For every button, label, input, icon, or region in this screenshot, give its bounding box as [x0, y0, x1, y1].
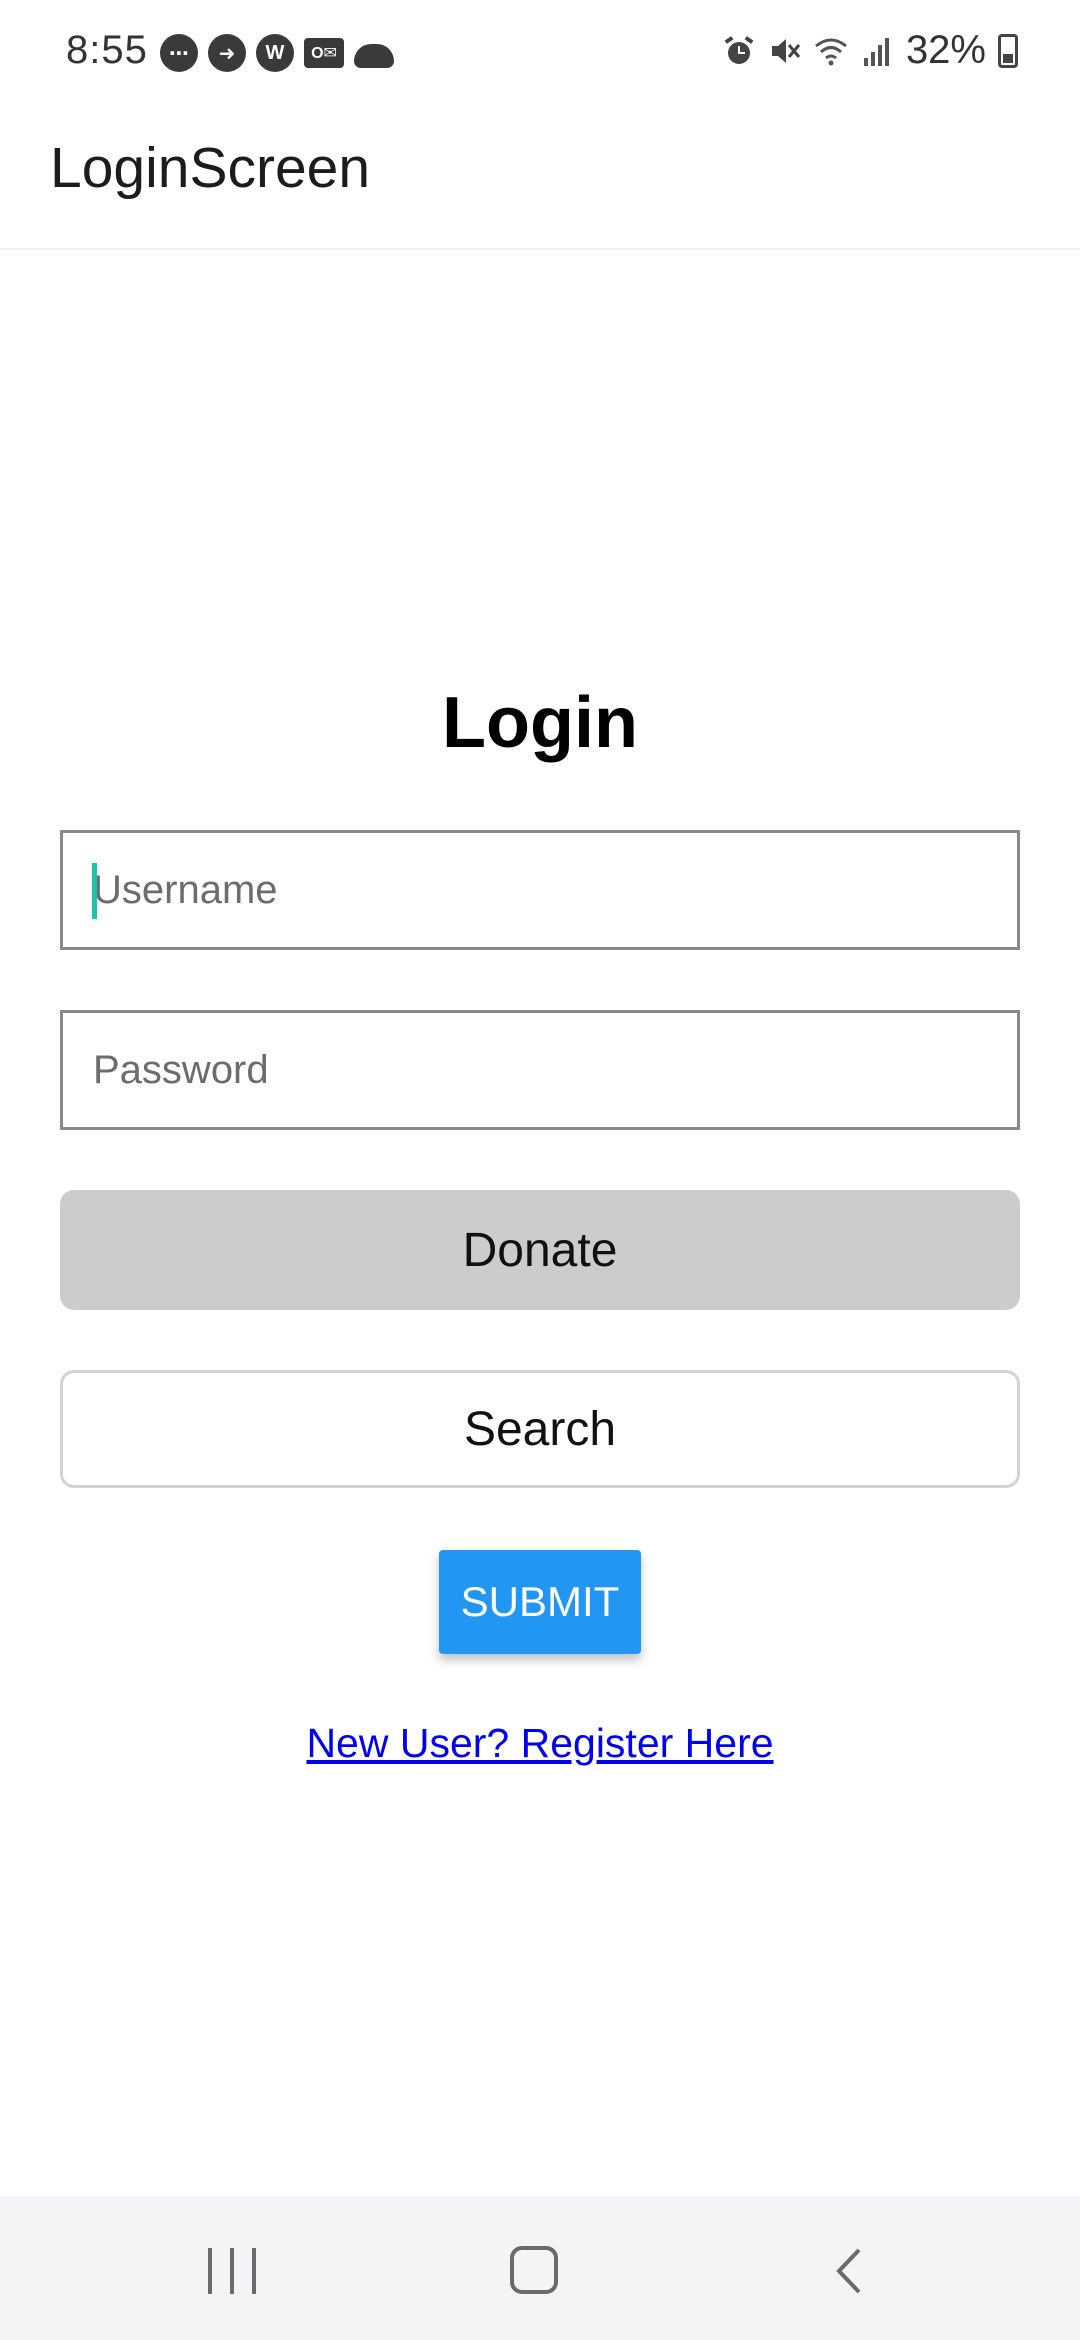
app-bar: LoginScreen: [0, 105, 1080, 250]
arrow-right-icon: ➜: [208, 34, 246, 72]
search-button[interactable]: Search: [60, 1370, 1020, 1488]
navigation-bar: [0, 2196, 1080, 2340]
signal-icon: [863, 37, 889, 66]
submit-button[interactable]: SUBMIT: [439, 1550, 641, 1654]
mute-icon: [771, 38, 801, 63]
donate-button[interactable]: Donate: [60, 1190, 1020, 1310]
chat-bubble-icon: ⋯: [160, 34, 198, 72]
system-status: 32%: [722, 28, 1018, 73]
register-link-text: New User? Register Here: [306, 1720, 774, 1766]
login-heading: Login: [442, 683, 638, 763]
home-icon[interactable]: [510, 2246, 558, 2294]
notification-icons: ⋯ ➜ W O✉: [160, 34, 394, 72]
submit-button-label: SUBMIT: [460, 1578, 620, 1625]
wifi-icon: [815, 38, 847, 65]
app-title: LoginScreen: [50, 136, 371, 200]
register-link[interactable]: New User? Register Here: [0, 1720, 1080, 1767]
cloud-icon: [354, 44, 394, 68]
alarm-icon: [724, 35, 754, 64]
battery-icon: [998, 33, 1018, 68]
status-time: 8:55: [66, 28, 148, 72]
username-input[interactable]: Username: [60, 830, 1020, 950]
back-icon[interactable]: [825, 2246, 875, 2296]
battery-percent: 32%: [905, 28, 986, 72]
password-input[interactable]: Password: [60, 1010, 1020, 1130]
text-cursor: [92, 863, 97, 919]
outlook-icon: O✉: [304, 38, 344, 68]
screen: 8:55 ⋯ ➜ W O✉ 32% LoginScreen Login User…: [0, 0, 1080, 2340]
recents-icon[interactable]: [208, 2248, 256, 2294]
password-placeholder: Password: [93, 1047, 269, 1092]
status-bar: 8:55 ⋯ ➜ W O✉ 32%: [0, 0, 1080, 105]
search-button-label: Search: [463, 1402, 617, 1456]
username-placeholder: Username: [93, 867, 278, 912]
donate-button-label: Donate: [462, 1223, 618, 1277]
w-app-icon: W: [256, 34, 294, 72]
